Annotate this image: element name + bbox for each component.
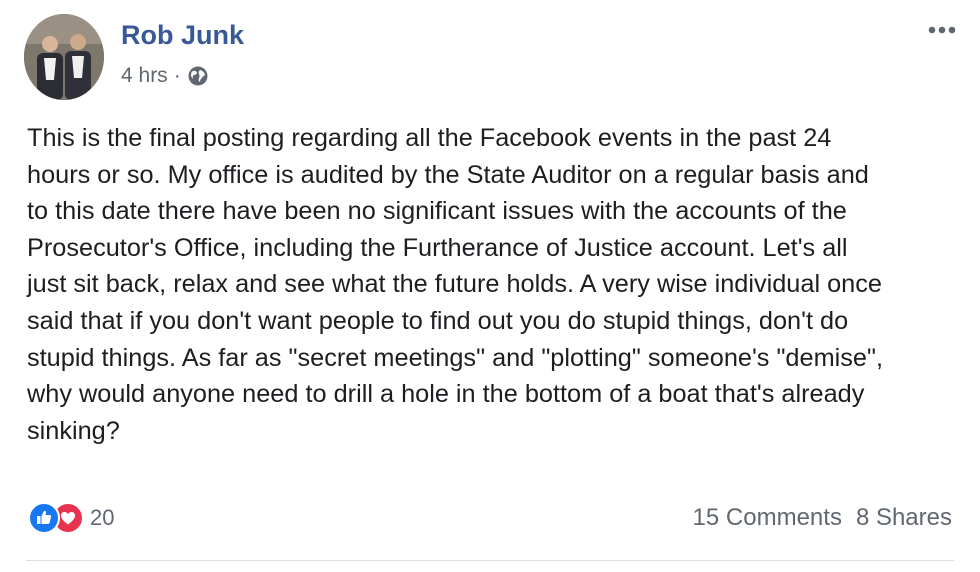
like-reaction-icon — [28, 502, 60, 534]
actions-divider — [26, 560, 954, 561]
avatar[interactable] — [24, 14, 104, 100]
meta-separator: · — [173, 64, 181, 87]
globe-icon[interactable] — [187, 65, 209, 87]
engagement-stats: 15 Comments 8 Shares — [693, 503, 952, 533]
post-body: This is the final posting regarding all … — [27, 124, 883, 445]
comments-count-link[interactable]: 15 Comments — [693, 504, 842, 532]
post-meta: 4 hrs · — [121, 64, 209, 88]
shares-count-link[interactable]: 8 Shares — [856, 504, 952, 532]
post-timestamp[interactable]: 4 hrs — [121, 64, 168, 88]
more-options-icon[interactable] — [922, 16, 962, 44]
reactions-summary[interactable]: 20 — [28, 502, 115, 534]
author-name[interactable]: Rob Junk — [121, 20, 244, 51]
reaction-count: 20 — [90, 505, 115, 530]
